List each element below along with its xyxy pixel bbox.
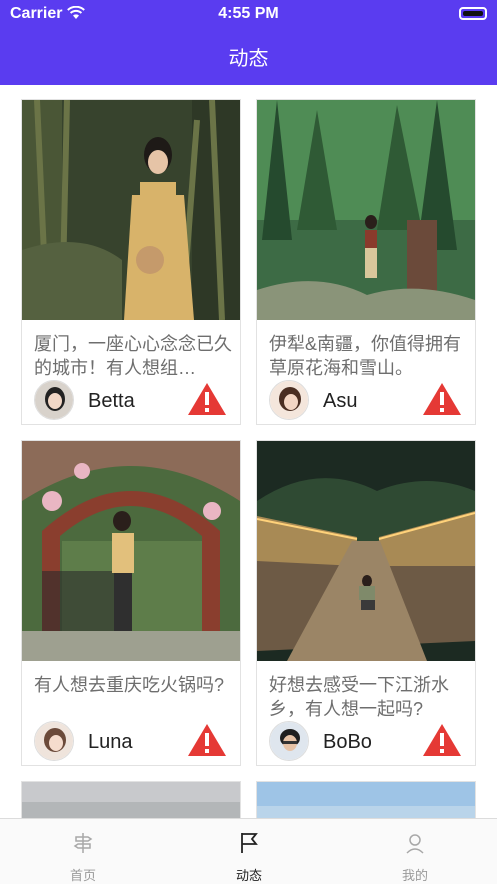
tab-label: 我的 xyxy=(401,868,428,883)
feed-card[interactable] xyxy=(21,781,241,818)
tab-home[interactable]: 首页 xyxy=(0,819,166,884)
username[interactable]: BoBo xyxy=(323,731,372,754)
warning-report-icon[interactable] xyxy=(421,381,463,417)
flag-icon xyxy=(241,833,258,853)
status-time: 4:55 PM xyxy=(218,5,279,22)
battery-icon xyxy=(459,7,487,20)
post-photo[interactable] xyxy=(22,100,240,320)
username[interactable]: Luna xyxy=(88,731,133,754)
username[interactable]: Betta xyxy=(88,390,135,413)
signpost-icon xyxy=(73,833,93,853)
post-caption: 好想去感受一下江浙水乡，有人想一起吗? xyxy=(269,675,449,719)
post-photo[interactable] xyxy=(257,782,475,818)
user-avatar[interactable] xyxy=(269,380,309,420)
post-photo[interactable] xyxy=(257,441,475,661)
status-bar: Carrier 4:55 PM xyxy=(0,0,497,28)
feed-card[interactable] xyxy=(256,781,476,818)
warning-report-icon[interactable] xyxy=(186,381,228,417)
tab-moments[interactable]: 动态 xyxy=(166,819,332,884)
post-caption: 伊犁&南疆，你值得拥有草原花海和雪山。 xyxy=(269,334,462,378)
feed-card[interactable]: 厦门，一座心心念念已久的城市！有人想组… Betta xyxy=(21,99,241,425)
tab-bar: 首页 动态 我的 xyxy=(0,818,497,884)
user-avatar[interactable] xyxy=(34,380,74,420)
tab-label: 首页 xyxy=(69,868,96,883)
feed-card[interactable]: 有人想去重庆吃火锅吗? Luna xyxy=(21,440,241,766)
user-avatar[interactable] xyxy=(34,721,74,761)
person-icon xyxy=(406,834,424,854)
post-photo[interactable] xyxy=(257,100,475,320)
tab-label: 动态 xyxy=(235,868,262,883)
post-caption: 有人想去重庆吃火锅吗? xyxy=(34,675,225,695)
feed-card[interactable]: 好想去感受一下江浙水乡，有人想一起吗? BoBo xyxy=(256,440,476,766)
user-avatar[interactable] xyxy=(269,721,309,761)
post-photo[interactable] xyxy=(22,441,240,661)
post-caption: 厦门，一座心心念念已久的城市！有人想组… xyxy=(34,334,232,378)
app-header: Carrier 4:55 PM 动态 xyxy=(0,0,497,85)
warning-report-icon[interactable] xyxy=(421,722,463,758)
warning-report-icon[interactable] xyxy=(186,722,228,758)
tab-profile[interactable]: 我的 xyxy=(332,819,497,884)
username[interactable]: Asu xyxy=(323,390,357,413)
post-photo[interactable] xyxy=(22,782,240,818)
feed-card[interactable]: 伊犁&南疆，你值得拥有草原花海和雪山。 Asu xyxy=(256,99,476,425)
page-title: 动态 xyxy=(228,48,269,70)
feed-grid[interactable]: 厦门，一座心心念念已久的城市！有人想组… Betta 伊犁&南疆，你值得拥有草原… xyxy=(0,85,497,818)
